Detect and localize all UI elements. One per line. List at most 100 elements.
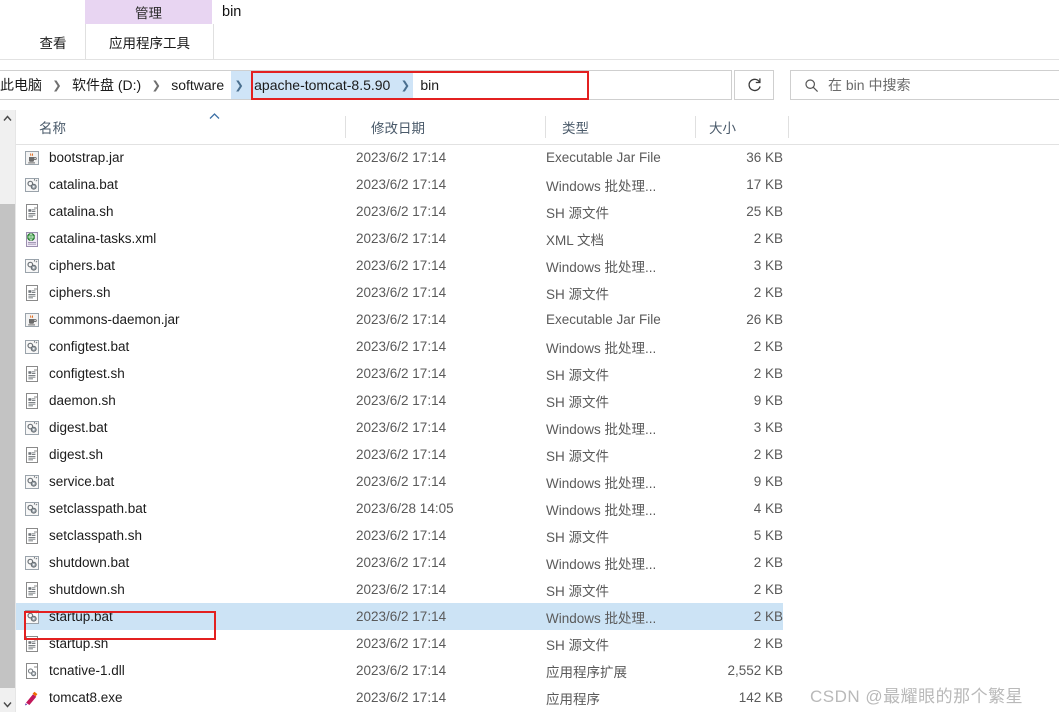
watermark: CSDN @最耀眼的那个繁星 [810, 682, 1023, 707]
table-row[interactable]: catalina-tasks.xml 2023/6/2 17:14 XML 文档 2 … [16, 225, 783, 252]
file-name-cell[interactable]: catalina.bat [24, 171, 354, 198]
search-box[interactable]: 在 bin 中搜索 [790, 70, 1059, 100]
column-header-label: 名称 [39, 120, 66, 136]
ribbon-tab-strip: 管理 查看 应用程序工具 bin [0, 0, 1059, 60]
breadcrumb-item-this-pc[interactable]: 此电脑 [0, 71, 49, 99]
file-name-cell[interactable]: catalina.sh [24, 198, 354, 225]
table-row[interactable]: catalina.bat 2023/6/2 17:14 Windows 批处理...… [16, 171, 783, 198]
file-name-cell[interactable]: setclasspath.bat [24, 495, 354, 522]
file-name-cell[interactable]: catalina-tasks.xml [24, 225, 354, 252]
file-name-label: setclasspath.bat [49, 501, 147, 516]
table-row[interactable]: startup.sh 2023/6/2 17:14 SH 源文件 2 KB [16, 630, 783, 657]
table-row[interactable]: digest.bat 2023/6/2 17:14 Windows 批处理... 3 … [16, 414, 783, 441]
file-name-cell[interactable]: configtest.bat [24, 333, 354, 360]
refresh-icon[interactable] [734, 70, 774, 100]
file-name-cell[interactable]: startup.sh [24, 630, 354, 657]
table-row[interactable]: service.bat 2023/6/2 17:14 Windows 批处理... 9… [16, 468, 783, 495]
file-name-cell[interactable]: setclasspath.sh [24, 522, 354, 549]
file-size-cell: 9 KB [753, 474, 783, 489]
breadcrumb-chevron-icon[interactable]: ❯ [231, 71, 248, 99]
scrollbar-thumb[interactable] [0, 204, 15, 688]
table-row[interactable]: ciphers.bat 2023/6/2 17:14 Windows 批处理... 3… [16, 252, 783, 279]
table-row[interactable]: configtest.bat 2023/6/2 17:14 Windows 批处理.… [16, 333, 783, 360]
file-name-cell[interactable]: ciphers.sh [24, 279, 354, 306]
table-row[interactable]: digest.sh 2023/6/2 17:14 SH 源文件 2 KB [16, 441, 783, 468]
file-name-cell[interactable]: shutdown.sh [24, 576, 354, 603]
file-date-cell: 2023/6/2 17:14 [356, 312, 447, 327]
table-row[interactable]: setclasspath.bat 2023/6/28 14:05 Windows 批… [16, 495, 783, 522]
file-date-cell: 2023/6/2 17:14 [356, 204, 447, 219]
address-bar[interactable]: 此电脑 ❯ 软件盘 (D:) ❯ software ❯ apache-tomca… [0, 70, 732, 100]
file-name-cell[interactable]: service.bat [24, 468, 354, 495]
file-name-cell[interactable]: shutdown.bat [24, 549, 354, 576]
file-size-cell: 2 KB [753, 285, 783, 300]
file-size-cell: 36 KB [746, 150, 783, 165]
file-date-cell: 2023/6/2 17:14 [356, 447, 447, 462]
table-row[interactable]: ciphers.sh 2023/6/2 17:14 SH 源文件 2 KB [16, 279, 783, 306]
jar-file-icon [25, 312, 39, 327]
file-name-label: tomcat8.exe [49, 690, 123, 705]
breadcrumb-label: software [171, 77, 225, 93]
table-row[interactable]: tcnative-1.dll 2023/6/2 17:14 应用程序扩展 2,552 … [16, 657, 783, 684]
bat-file-icon [25, 420, 39, 435]
file-date-cell: 2023/6/2 17:14 [356, 690, 447, 705]
column-header-size[interactable]: 大小 [696, 110, 789, 143]
file-size-cell: 2 KB [753, 609, 783, 624]
column-header-type[interactable]: 类型 [546, 110, 696, 143]
file-name-cell[interactable]: daemon.sh [24, 387, 354, 414]
file-name-label: startup.bat [49, 609, 113, 624]
table-row[interactable]: daemon.sh 2023/6/2 17:14 SH 源文件 9 KB [16, 387, 783, 414]
breadcrumb-label: apache-tomcat-8.5.90 [254, 77, 391, 93]
breadcrumb-chevron-icon[interactable]: ❯ [148, 71, 164, 99]
file-date-cell: 2023/6/2 17:14 [356, 339, 447, 354]
file-name-label: ciphers.bat [49, 258, 116, 273]
breadcrumb-item-apache-tomcat[interactable]: apache-tomcat-8.5.90 [247, 71, 398, 99]
file-name-cell[interactable]: startup.bat [24, 603, 354, 630]
file-name-cell[interactable]: ciphers.bat [24, 252, 354, 279]
file-name-label: service.bat [49, 474, 115, 489]
breadcrumb-item-software[interactable]: software [164, 71, 231, 99]
sh-file-icon [26, 284, 38, 301]
file-name-label: digest.bat [49, 420, 108, 435]
navigation-pane-scrollbar[interactable] [0, 110, 16, 712]
file-size-cell: 4 KB [753, 501, 783, 516]
table-row[interactable]: setclasspath.sh 2023/6/2 17:14 SH 源文件 5 KB [16, 522, 783, 549]
table-row[interactable]: commons-daemon.jar 2023/6/2 17:14 Executab… [16, 306, 783, 333]
breadcrumb-item-drive-d[interactable]: 软件盘 (D:) [65, 71, 148, 99]
tab-application-tools[interactable]: 应用程序工具 [85, 24, 214, 59]
file-name-label: bootstrap.jar [49, 150, 125, 165]
breadcrumb-chevron-icon[interactable]: ❯ [397, 71, 414, 99]
file-name-cell[interactable]: bootstrap.jar [24, 144, 354, 171]
file-size-cell: 17 KB [746, 177, 783, 192]
window-title: bin [222, 0, 241, 24]
column-header-date-modified[interactable]: 修改日期 [346, 110, 546, 143]
table-row[interactable]: tomcat8.exe 2023/6/2 17:14 应用程序 142 KB [16, 684, 783, 711]
file-date-cell: 2023/6/2 17:14 [356, 177, 447, 192]
file-name-cell[interactable]: tomcat8.exe [24, 684, 354, 711]
file-name-cell[interactable]: digest.sh [24, 441, 354, 468]
table-row[interactable]: shutdown.sh 2023/6/2 17:14 SH 源文件 2 KB [16, 576, 783, 603]
file-size-cell: 2 KB [753, 366, 783, 381]
contextual-tab-group-manage[interactable]: 管理 [85, 0, 212, 24]
file-name-cell[interactable]: digest.bat [24, 414, 354, 441]
file-name-label: daemon.sh [49, 393, 116, 408]
column-divider[interactable] [788, 116, 789, 138]
search-icon [804, 78, 819, 93]
tab-view[interactable]: 查看 [22, 24, 84, 59]
table-row[interactable]: configtest.sh 2023/6/2 17:14 SH 源文件 2 KB [16, 360, 783, 387]
table-row[interactable]: bootstrap.jar 2023/6/2 17:14 Executable Ja… [16, 144, 783, 171]
scrollbar-up-arrow-icon[interactable] [0, 110, 15, 126]
file-date-cell: 2023/6/2 17:14 [356, 150, 447, 165]
table-row[interactable]: catalina.sh 2023/6/2 17:14 SH 源文件 25 KB [16, 198, 783, 225]
tab-truncated-left[interactable] [0, 24, 10, 59]
file-name-cell[interactable]: tcnative-1.dll [24, 657, 354, 684]
file-name-cell[interactable]: commons-daemon.jar [24, 306, 354, 333]
scrollbar-down-arrow-icon[interactable] [0, 696, 15, 712]
column-header-name[interactable]: 名称 [16, 110, 346, 143]
file-name-label: startup.sh [49, 636, 109, 651]
file-name-cell[interactable]: configtest.sh [24, 360, 354, 387]
table-row[interactable]: startup.bat 2023/6/2 17:14 Windows 批处理... 2… [16, 603, 783, 630]
table-row[interactable]: shutdown.bat 2023/6/2 17:14 Windows 批处理...… [16, 549, 783, 576]
breadcrumb-chevron-icon[interactable]: ❯ [49, 71, 65, 99]
breadcrumb-item-bin[interactable]: bin [413, 71, 446, 99]
